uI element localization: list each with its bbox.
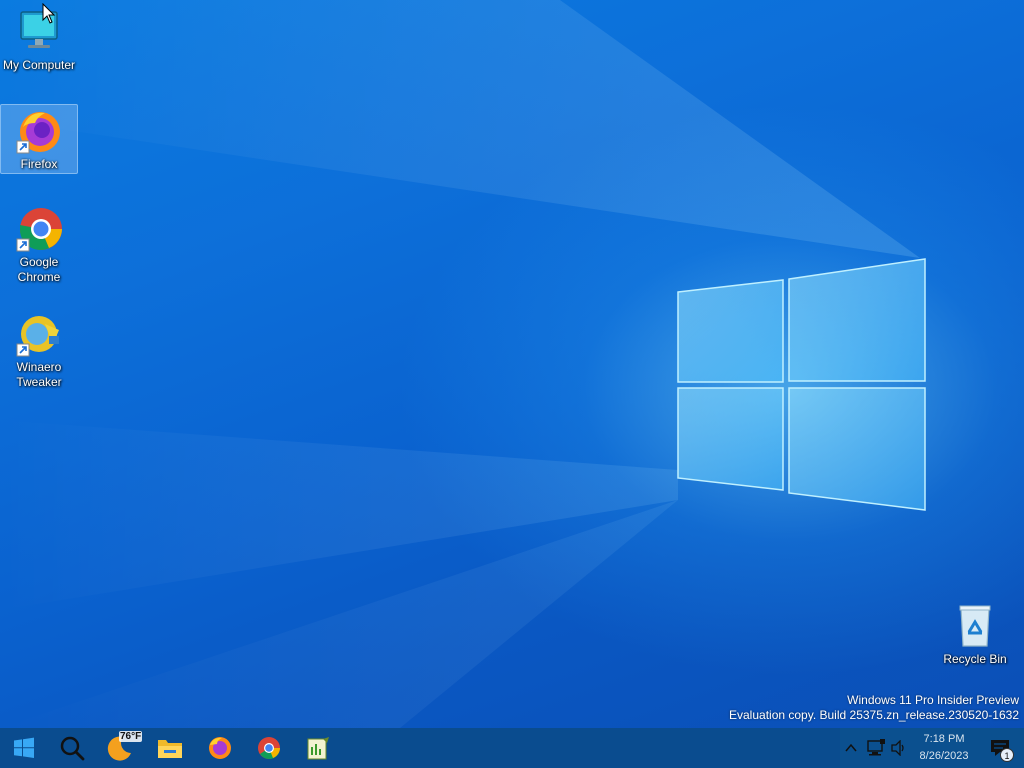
icon-label: Recycle Bin — [943, 652, 1007, 666]
wallpaper — [0, 0, 926, 728]
taskbar-chrome-button[interactable] — [245, 728, 293, 768]
winaero-tweaker-icon — [307, 737, 329, 760]
show-hidden-icons-chevron-up-icon[interactable] — [844, 741, 858, 755]
start-button[interactable] — [0, 728, 48, 768]
file-explorer-icon — [158, 740, 182, 758]
chrome-icon — [16, 208, 62, 252]
my-computer-shortcut[interactable]: My Computer — [0, 6, 78, 73]
volume-icon[interactable] — [890, 740, 908, 756]
icon-label: Winaero Tweaker — [16, 360, 62, 389]
desktop[interactable]: My Computer Firefox Google Chrome Winaer… — [0, 0, 1024, 728]
action-center-button[interactable]: 1 — [990, 737, 1016, 762]
watermark-line-2: Evaluation copy. Build 25375.zn_release.… — [729, 708, 1019, 722]
icon-label: My Computer — [2, 58, 76, 72]
taskbar-winaero-tweaker-button[interactable] — [294, 728, 342, 768]
system-tray: 7:18 PM 8/26/2023 1 — [840, 728, 1024, 768]
network-icon[interactable] — [866, 739, 886, 757]
icon-label: Google Chrome — [17, 255, 61, 284]
chrome-shortcut[interactable]: Google Chrome — [0, 203, 78, 285]
recycle-bin-icon — [959, 605, 991, 647]
evaluation-watermark: Windows 11 Pro Insider Preview Evaluatio… — [729, 693, 1019, 723]
winaero-tweaker-icon — [16, 316, 59, 357]
search-icon — [60, 736, 85, 761]
weather-widget-button[interactable]: 76°F — [96, 728, 144, 768]
firefox-icon — [16, 112, 60, 154]
firefox-icon — [209, 737, 231, 759]
icon-label: Firefox — [20, 157, 58, 171]
mouse-cursor-icon — [42, 3, 56, 24]
recycle-bin-shortcut[interactable]: Recycle Bin — [936, 600, 1014, 667]
start-icon — [14, 737, 34, 758]
taskbar-firefox-button[interactable] — [196, 728, 244, 768]
search-button[interactable] — [48, 728, 96, 768]
clock-time: 7:18 PM — [923, 733, 965, 745]
firefox-shortcut[interactable]: Firefox — [0, 104, 78, 174]
chrome-icon — [258, 737, 280, 759]
clock[interactable]: 7:18 PM 8/26/2023 — [914, 731, 974, 765]
watermark-line-1: Windows 11 Pro Insider Preview — [847, 693, 1019, 707]
weather-temperature: 76°F — [119, 731, 143, 742]
clock-date: 8/26/2023 — [919, 750, 969, 762]
notification-count-badge: 1 — [1000, 748, 1014, 762]
winaero-tweaker-shortcut[interactable]: Winaero Tweaker — [0, 308, 78, 390]
file-explorer-button[interactable] — [146, 728, 194, 768]
